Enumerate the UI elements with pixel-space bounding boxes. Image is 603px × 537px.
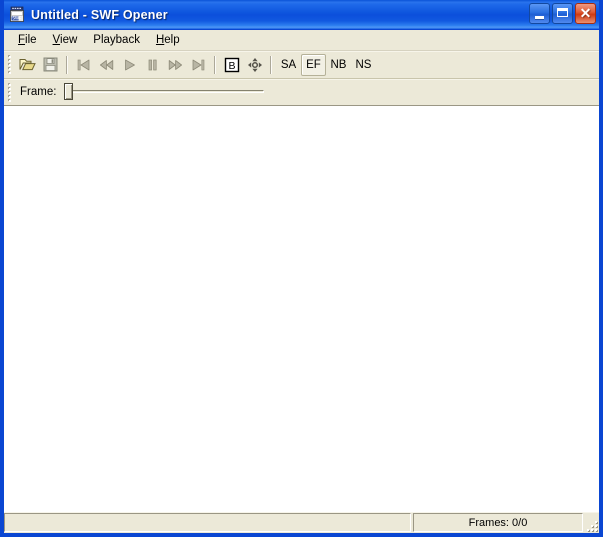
- rewind-icon: [99, 58, 114, 72]
- frame-toolbar-gripper[interactable]: [6, 82, 13, 102]
- menu-file[interactable]: File: [10, 32, 45, 49]
- no-scale-button[interactable]: NS: [351, 54, 376, 76]
- fast-forward-icon: [168, 58, 183, 72]
- menu-file-label: ile: [25, 33, 37, 46]
- resize-grip[interactable]: [583, 512, 599, 533]
- no-border-button[interactable]: NB: [326, 54, 351, 76]
- frame-slider-track[interactable]: [67, 90, 265, 93]
- svg-text:B: B: [228, 60, 235, 72]
- close-icon: ✕: [579, 5, 592, 21]
- svg-text:SWF: SWF: [12, 16, 22, 21]
- show-all-label: SA: [280, 58, 297, 71]
- menu-help-label: elp: [164, 33, 180, 46]
- save-disk-icon: [43, 57, 58, 72]
- minimize-icon: [535, 16, 544, 19]
- maximize-button[interactable]: [552, 3, 573, 24]
- close-button[interactable]: ✕: [575, 3, 596, 24]
- menu-help[interactable]: Help: [148, 32, 188, 49]
- skip-to-start-button[interactable]: [72, 54, 95, 76]
- maximize-icon: [557, 8, 568, 17]
- menu-playback-label: Playback: [93, 33, 140, 46]
- frame-label: Frame:: [20, 86, 57, 98]
- show-all-button[interactable]: SA: [276, 54, 301, 76]
- exact-fit-label: EF: [306, 58, 321, 71]
- application-window: SWF Untitled - SWF Opener ✕ File View Pl…: [0, 0, 603, 537]
- pause-button[interactable]: [141, 54, 164, 76]
- menu-file-accel: F: [18, 33, 26, 46]
- pause-icon: [145, 58, 160, 72]
- toolbar-separator-3: [270, 55, 272, 74]
- status-pane-message: [4, 513, 411, 532]
- toolbar-separator-1: [66, 55, 68, 74]
- title-bar[interactable]: SWF Untitled - SWF Opener ✕: [4, 0, 599, 29]
- status-bar: Frames: 0/0: [4, 511, 599, 533]
- no-scale-label: NS: [355, 58, 372, 71]
- window-client-area: File View Playback Help B SA EF NB NS Fr…: [4, 29, 599, 533]
- fast-forward-button[interactable]: [164, 54, 187, 76]
- toolbar-gripper[interactable]: [6, 55, 13, 74]
- no-border-label: NB: [330, 58, 347, 71]
- play-button[interactable]: [118, 54, 141, 76]
- menu-view-accel: V: [52, 33, 61, 46]
- status-pane-frames: Frames: 0/0: [413, 513, 583, 532]
- frame-slider[interactable]: [64, 81, 265, 103]
- main-toolbar: B SA EF NB NS: [4, 51, 599, 79]
- skip-forward-icon: [191, 58, 206, 72]
- open-folder-icon: [19, 57, 36, 72]
- frame-toolbar: Frame:: [4, 79, 599, 106]
- frame-slider-thumb[interactable]: [64, 83, 74, 100]
- movie-canvas[interactable]: [4, 106, 599, 511]
- menu-view[interactable]: View: [45, 32, 86, 49]
- save-file-button[interactable]: [39, 54, 62, 76]
- menu-view-label: iew: [60, 33, 78, 46]
- window-title: Untitled - SWF Opener: [31, 7, 168, 22]
- exact-fit-button[interactable]: EF: [301, 53, 326, 76]
- skip-to-end-button[interactable]: [187, 54, 210, 76]
- play-icon: [122, 58, 137, 72]
- minimize-button[interactable]: [529, 3, 550, 24]
- toolbar-separator-2: [214, 55, 216, 74]
- window-controls: ✕: [529, 3, 596, 24]
- skip-back-icon: [76, 58, 91, 72]
- boxed-b-button[interactable]: B: [220, 54, 243, 76]
- boxed-b-icon: B: [224, 57, 240, 73]
- menu-bar: File View Playback Help: [4, 30, 599, 51]
- rewind-button[interactable]: [95, 54, 118, 76]
- swf-film-icon: SWF: [9, 6, 26, 23]
- open-file-button[interactable]: [16, 54, 39, 76]
- menu-playback[interactable]: Playback: [85, 32, 148, 49]
- four-arrow-move-icon: [247, 57, 263, 73]
- pan-move-button[interactable]: [243, 54, 266, 76]
